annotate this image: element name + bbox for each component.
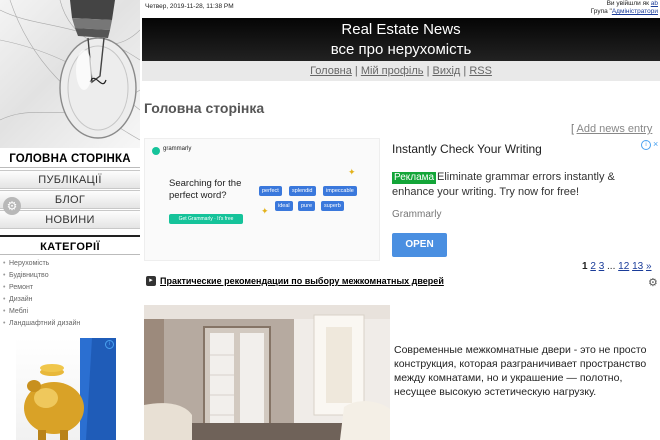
interior-door-image <box>144 305 390 440</box>
piggy-bank-image <box>24 338 116 440</box>
login-prefix: Ви увійшли як <box>606 0 649 7</box>
ad-visual: grammarly Searching for the perfect word… <box>144 138 380 261</box>
grammarly-logo-icon <box>152 147 160 155</box>
header-lightbulb-image <box>0 0 140 148</box>
category-link-design[interactable]: Дизайн <box>0 294 140 306</box>
add-news-wrapper: [ Add news entry <box>571 123 652 135</box>
ad-info-icon[interactable]: i <box>105 340 114 349</box>
login-user-link[interactable]: ab <box>651 0 658 7</box>
ad-chip: perfect <box>259 186 282 196</box>
settings-gear-icon[interactable]: ⚙ <box>3 197 21 215</box>
page-link[interactable]: 12 <box>618 261 629 272</box>
article-excerpt: Современные межкомнатные двери - это не … <box>394 344 647 398</box>
lightbulb-icon <box>0 0 140 141</box>
bracket: [ <box>571 123 575 135</box>
categories-heading: КАТЕГОРІЇ <box>0 235 140 255</box>
group-name-link[interactable]: Адміністратори <box>612 8 658 15</box>
login-status: Ви увійшли як ab Група "Адміністратори <box>591 0 658 16</box>
current-datetime: Четвер, 2019-11-28, 11:38 PM <box>145 3 234 10</box>
sidebar-ad[interactable]: i <box>16 338 116 440</box>
article-type-icon: ▸ <box>146 276 156 286</box>
left-sidebar: ГОЛОВНА СТОРІНКА ПУБЛІКАЦІЇ БЛОГ НОВИНИ … <box>0 0 140 440</box>
page: ГОЛОВНА СТОРІНКА ПУБЛІКАЦІЇ БЛОГ НОВИНИ … <box>0 0 660 440</box>
ad-info-icon[interactable]: i <box>641 140 651 150</box>
nav-link-rss[interactable]: RSS <box>469 65 492 77</box>
category-link-landscape[interactable]: Ландшафтний дизайн <box>0 318 140 330</box>
ad-headline[interactable]: Instantly Check Your Writing <box>392 142 542 156</box>
sparkle-icon: ✦ <box>261 206 269 216</box>
page-current: 1 <box>582 261 588 272</box>
sidebar-button-blog[interactable]: БЛОГ <box>0 190 140 209</box>
ad-question-line2: perfect word? <box>169 190 227 201</box>
sidebar-button-news[interactable]: НОВИНИ <box>0 210 140 229</box>
category-link-construction[interactable]: Будівництво <box>0 270 140 282</box>
ad-small-cta: Get Grammarly · It's free <box>169 214 243 224</box>
article-settings-gear-icon[interactable]: ⚙ <box>648 276 658 289</box>
ad-open-button[interactable]: OPEN <box>392 233 447 257</box>
ad-chip: pure <box>298 201 316 211</box>
nav-separator: | <box>463 65 467 77</box>
ad-chip: impeccable <box>323 186 357 196</box>
sidebar-button-publications[interactable]: ПУБЛІКАЦІЇ <box>0 170 140 189</box>
category-link-renovation[interactable]: Ремонт <box>0 282 140 294</box>
ad-close-icon[interactable]: × <box>653 139 658 149</box>
page-link[interactable]: 2 <box>590 261 596 272</box>
nav-link-profile[interactable]: Мій профіль <box>361 65 424 77</box>
nav-link-home[interactable]: Головна <box>310 65 352 77</box>
page-title: Головна сторінка <box>144 100 265 116</box>
category-link-real-estate[interactable]: Нерухомість <box>0 258 140 270</box>
ad-chip: splendid <box>289 186 316 196</box>
ad-brand-name: Grammarly <box>392 209 442 220</box>
page-next-link[interactable]: » <box>646 261 652 272</box>
ad-chip: ideal <box>275 201 293 211</box>
ad-question: Searching for the perfect word? <box>169 178 241 202</box>
sparkle-icon: ✦ <box>348 167 356 177</box>
categories-list: Нерухомість Будівництво Ремонт Дизайн Ме… <box>0 258 140 330</box>
site-title: Real Estate News <box>341 21 461 38</box>
site-subtitle: все про нерухомість <box>330 41 472 58</box>
ad-brand-small: grammarly <box>163 146 192 152</box>
nav-separator: | <box>354 65 358 77</box>
page-ellipsis: ... <box>607 261 616 272</box>
article-title-link[interactable]: Практические рекомендации по выбору межк… <box>160 276 444 286</box>
article-image[interactable] <box>144 305 390 440</box>
nav-separator: | <box>426 65 430 77</box>
sidebar-main-heading[interactable]: ГОЛОВНА СТОРІНКА <box>0 150 140 168</box>
category-link-furniture[interactable]: Меблі <box>0 306 140 318</box>
add-news-link[interactable]: Add news entry <box>577 123 653 135</box>
ad-question-line1: Searching for the <box>169 178 242 189</box>
pagination: 1 2 3 ... 12 13 » <box>582 261 652 272</box>
nav-link-logout[interactable]: Вихід <box>432 65 460 77</box>
ad-body-text: Eliminate grammar errors instantly & enh… <box>392 171 615 198</box>
main-navigation: Головна | Мій профіль | Вихід | RSS <box>142 61 660 81</box>
top-info-bar: Четвер, 2019-11-28, 11:38 PM Ви увійшли … <box>142 0 660 18</box>
ad-chip: superb <box>321 201 344 211</box>
page-link[interactable]: 13 <box>632 261 643 272</box>
page-link[interactable]: 3 <box>599 261 605 272</box>
grammarly-ad[interactable]: grammarly Searching for the perfect word… <box>144 138 660 261</box>
group-prefix: Група " <box>590 8 612 15</box>
